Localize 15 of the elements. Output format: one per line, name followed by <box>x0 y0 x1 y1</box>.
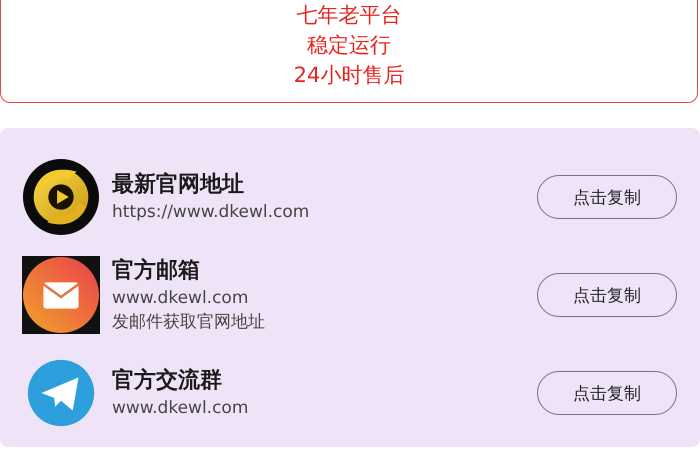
copy-button[interactable]: 点击复制 <box>537 371 677 415</box>
play-logo-icon <box>22 158 100 236</box>
copy-button[interactable]: 点击复制 <box>537 273 677 317</box>
banner-text: 24小时售后 <box>294 62 404 89</box>
banner-text: 七年老平台 <box>296 2 402 29</box>
contact-title: 官方邮箱 <box>112 256 201 285</box>
copy-button[interactable]: 点击复制 <box>537 175 677 219</box>
contact-detail: www.dkewl.com <box>112 287 250 310</box>
contact-detail: www.dkewl.com <box>112 397 250 420</box>
contact-detail: https://www.dkewl.com <box>112 201 310 224</box>
contact-title: 官方交流群 <box>112 366 223 395</box>
mail-icon <box>22 256 100 334</box>
contact-detail: 发邮件获取官网地址 <box>112 311 266 334</box>
contact-title: 最新官网地址 <box>112 170 245 199</box>
banner-text: 稳定运行 <box>307 32 391 59</box>
